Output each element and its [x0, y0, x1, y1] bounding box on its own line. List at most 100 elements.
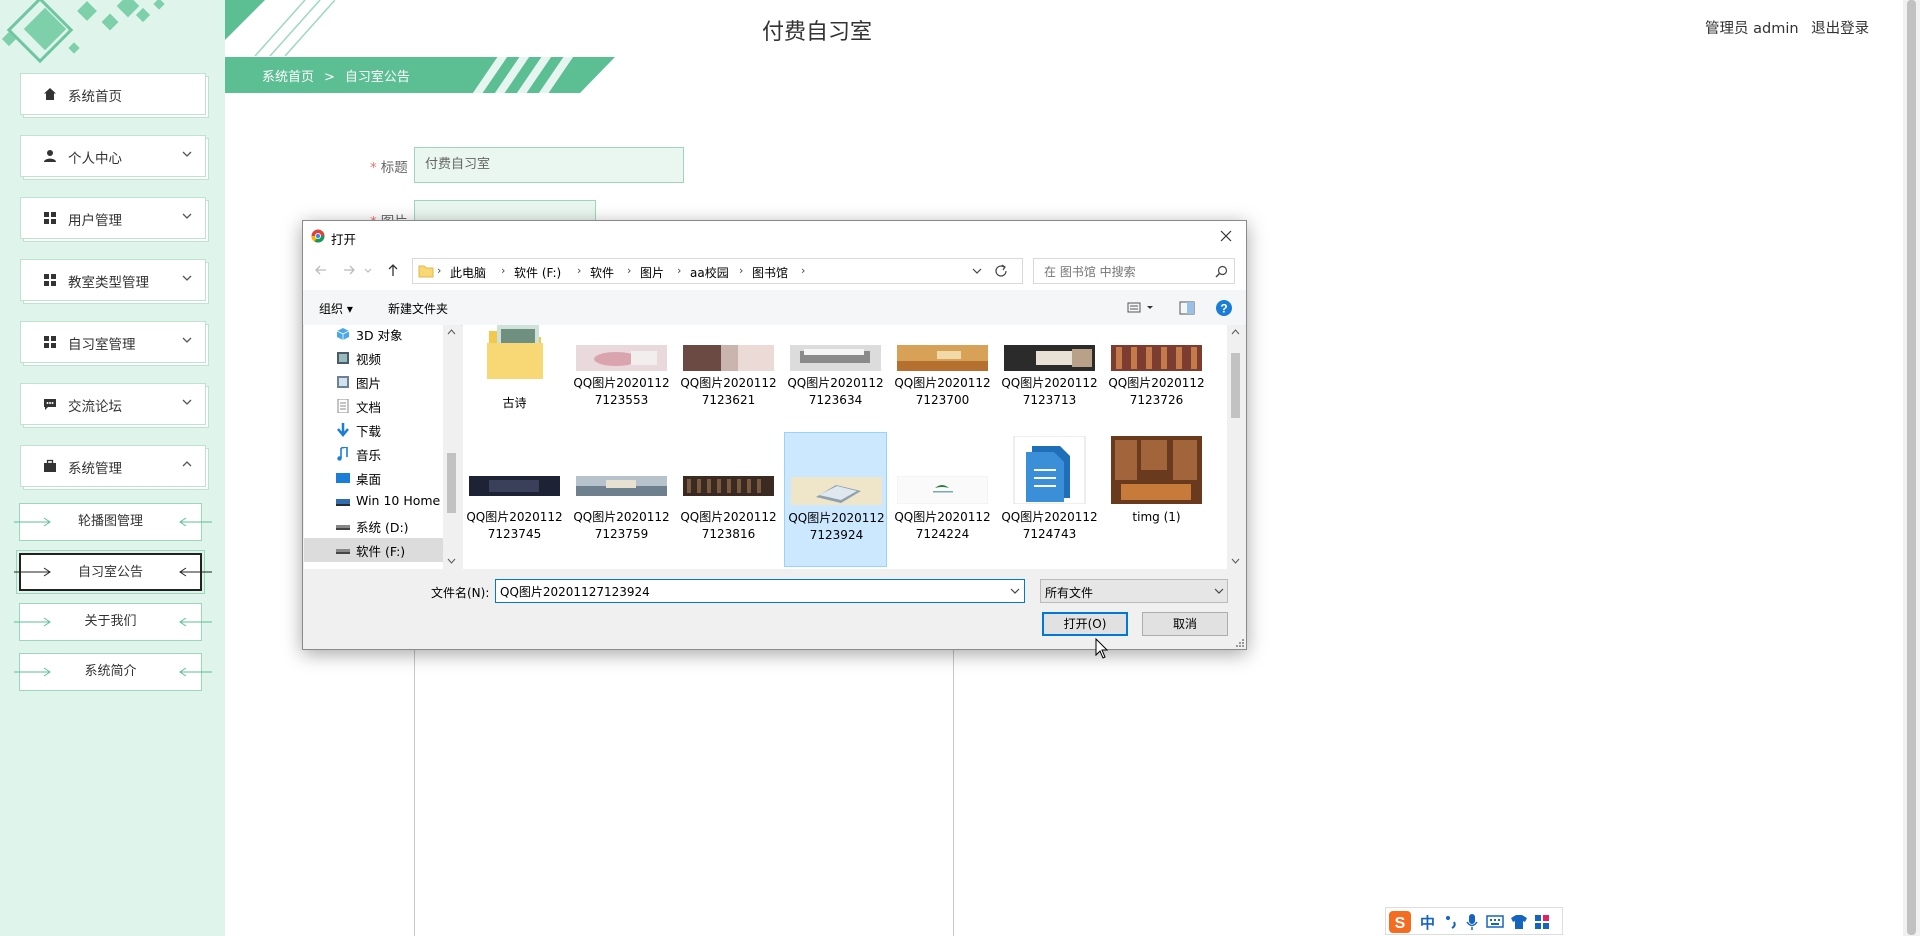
up-arrow-icon[interactable]: [385, 262, 401, 278]
sidebar-item-personal[interactable]: 个人中心: [20, 135, 206, 177]
path-segment[interactable]: 此电脑: [450, 264, 486, 281]
scroll-thumb[interactable]: [447, 453, 456, 513]
briefcase-icon: [44, 459, 56, 472]
tree-item-label: 桌面: [356, 472, 382, 487]
tree-item-label: 3D 对象: [356, 328, 403, 343]
path-segment[interactable]: 图片: [640, 264, 664, 281]
tree-item-documents[interactable]: 文档: [304, 394, 444, 418]
file-item-selected[interactable]: QQ图片20201127123924: [784, 432, 887, 567]
ime-mode-label[interactable]: 中: [1420, 912, 1435, 933]
document-icon: [337, 399, 349, 413]
sidebar-item-users[interactable]: 用户管理: [20, 197, 206, 239]
path-segment[interactable]: 软件 (F:): [514, 264, 561, 281]
recent-dropdown-icon[interactable]: [363, 262, 373, 278]
page-scroll-thumb[interactable]: [1907, 0, 1916, 935]
refresh-icon[interactable]: [993, 263, 1009, 279]
chevron-down-icon: [182, 151, 192, 157]
sidebar-item-home[interactable]: 系统首页: [20, 73, 206, 115]
address-bar[interactable]: › 此电脑 › 软件 (F:) › 软件 › 图片 › aa校园 › 图书馆 ›: [412, 258, 1023, 284]
tree-item-3d-objects[interactable]: 3D 对象: [304, 325, 444, 346]
scroll-up-icon[interactable]: [447, 328, 456, 336]
drive-icon: [336, 499, 350, 506]
file-item[interactable]: QQ图片20201127123759: [570, 432, 673, 567]
filename-input[interactable]: QQ图片20201127123924: [495, 579, 1025, 603]
view-options-icon[interactable]: [1127, 301, 1157, 315]
tree-item-pictures[interactable]: 图片: [304, 370, 444, 394]
sidebar: 系统首页 个人中心 用户管理 教室类型管理 自习室管理 交流论坛 系统管理 轮播…: [0, 0, 225, 936]
tree-item-win10-home[interactable]: Win 10 Home ›: [304, 490, 449, 514]
sidebar-item-classroom-types[interactable]: 教室类型管理: [20, 259, 206, 301]
path-segment[interactable]: aa校园: [690, 264, 729, 281]
image-thumbnail: [683, 345, 774, 371]
close-icon[interactable]: [1216, 226, 1236, 246]
breadcrumb: 系统首页 > 自习室公告: [262, 66, 410, 85]
resize-grip-icon[interactable]: [1236, 639, 1244, 647]
sidebar-item-label: 用户管理: [68, 213, 122, 229]
file-item[interactable]: QQ图片20201127123745: [463, 432, 566, 567]
dialog-titlebar[interactable]: 打开: [303, 221, 1246, 252]
file-name: QQ图片20201127123553: [573, 376, 670, 407]
scroll-down-icon[interactable]: [447, 557, 456, 565]
sidebar-item-forum[interactable]: 交流论坛: [20, 383, 206, 425]
navigation-tree: 3D 对象 视频 图片 文档 下载 音乐 桌面 Win 10 Home › 系统…: [304, 325, 460, 569]
cube-icon: [336, 328, 350, 340]
scroll-down-icon[interactable]: [1231, 557, 1240, 565]
forward-arrow-icon[interactable]: [341, 262, 357, 278]
keyboard-icon[interactable]: [1486, 914, 1504, 930]
chrome-icon: [311, 229, 325, 243]
chevron-down-icon[interactable]: [971, 267, 983, 277]
tree-item-downloads[interactable]: 下载: [304, 418, 444, 442]
skin-icon[interactable]: [1510, 914, 1528, 930]
scroll-thumb[interactable]: [1231, 353, 1240, 418]
tree-item-label: 视频: [356, 352, 382, 367]
files-scrollbar[interactable]: [1227, 325, 1244, 569]
sidebar-item-study-rooms[interactable]: 自习室管理: [20, 321, 206, 363]
organize-menu[interactable]: 组织 ▾: [319, 300, 353, 317]
tree-scrollbar[interactable]: [443, 325, 460, 569]
file-name: QQ图片20201127123726: [1108, 376, 1205, 407]
title-input[interactable]: 付费自习室: [414, 147, 684, 183]
tree-item-music[interactable]: 音乐: [304, 442, 444, 466]
filename-label: 文件名(N):: [431, 586, 490, 600]
sidebar-item-label: 自习室管理: [68, 337, 136, 353]
back-arrow-icon[interactable]: [313, 262, 329, 278]
scroll-up-icon[interactable]: [1231, 328, 1240, 336]
page-scrollbar[interactable]: [1903, 0, 1920, 936]
ime-toolbar[interactable]: S 中: [1385, 907, 1563, 935]
image-thumbnail: [897, 476, 988, 504]
open-button[interactable]: 打开(O): [1042, 612, 1128, 636]
path-segment[interactable]: 图书馆: [752, 264, 788, 281]
file-name: QQ图片20201127123759: [573, 510, 670, 541]
cancel-button[interactable]: 取消: [1142, 612, 1228, 636]
search-input[interactable]: [1042, 260, 1206, 284]
new-folder-button[interactable]: 新建文件夹: [388, 300, 448, 317]
tree-item-drive-f[interactable]: 软件 (F:): [304, 538, 444, 562]
user-role: 管理员 admin: [1705, 21, 1799, 37]
file-item[interactable]: QQ图片20201127124743: [998, 432, 1101, 567]
tree-item-videos[interactable]: 视频: [304, 346, 444, 370]
microphone-icon[interactable]: [1466, 913, 1478, 931]
sidebar-item-system[interactable]: 系统管理: [20, 445, 206, 487]
logout-link[interactable]: 退出登录: [1811, 21, 1869, 37]
toolbox-icon[interactable]: [1534, 914, 1550, 930]
file-item[interactable]: timg (1): [1105, 432, 1208, 567]
path-segment[interactable]: 软件: [590, 264, 614, 281]
filetype-select[interactable]: 所有文件: [1040, 579, 1228, 603]
editor-border-right: [953, 650, 954, 936]
breadcrumb-home[interactable]: 系统首页: [262, 70, 314, 85]
folder-icon: [418, 265, 434, 278]
folder-icon: [487, 325, 543, 379]
tree-item-drive-d[interactable]: 系统 (D:): [304, 514, 444, 538]
chevron-down-icon[interactable]: [1009, 587, 1021, 597]
punctuation-icon[interactable]: [1444, 914, 1458, 930]
help-icon[interactable]: ?: [1215, 299, 1233, 317]
file-item[interactable]: QQ图片20201127123816: [677, 432, 780, 567]
grid-icon: [44, 336, 56, 348]
sogou-logo-icon: S: [1389, 911, 1411, 933]
tree-item-desktop[interactable]: 桌面: [304, 466, 444, 490]
file-name: QQ图片20201127124743: [1001, 510, 1098, 541]
file-item[interactable]: QQ图片20201127124224: [891, 432, 994, 567]
title-field-label: * 标题: [370, 160, 408, 176]
preview-pane-icon[interactable]: [1179, 301, 1195, 315]
chevron-down-icon[interactable]: [1213, 587, 1225, 597]
